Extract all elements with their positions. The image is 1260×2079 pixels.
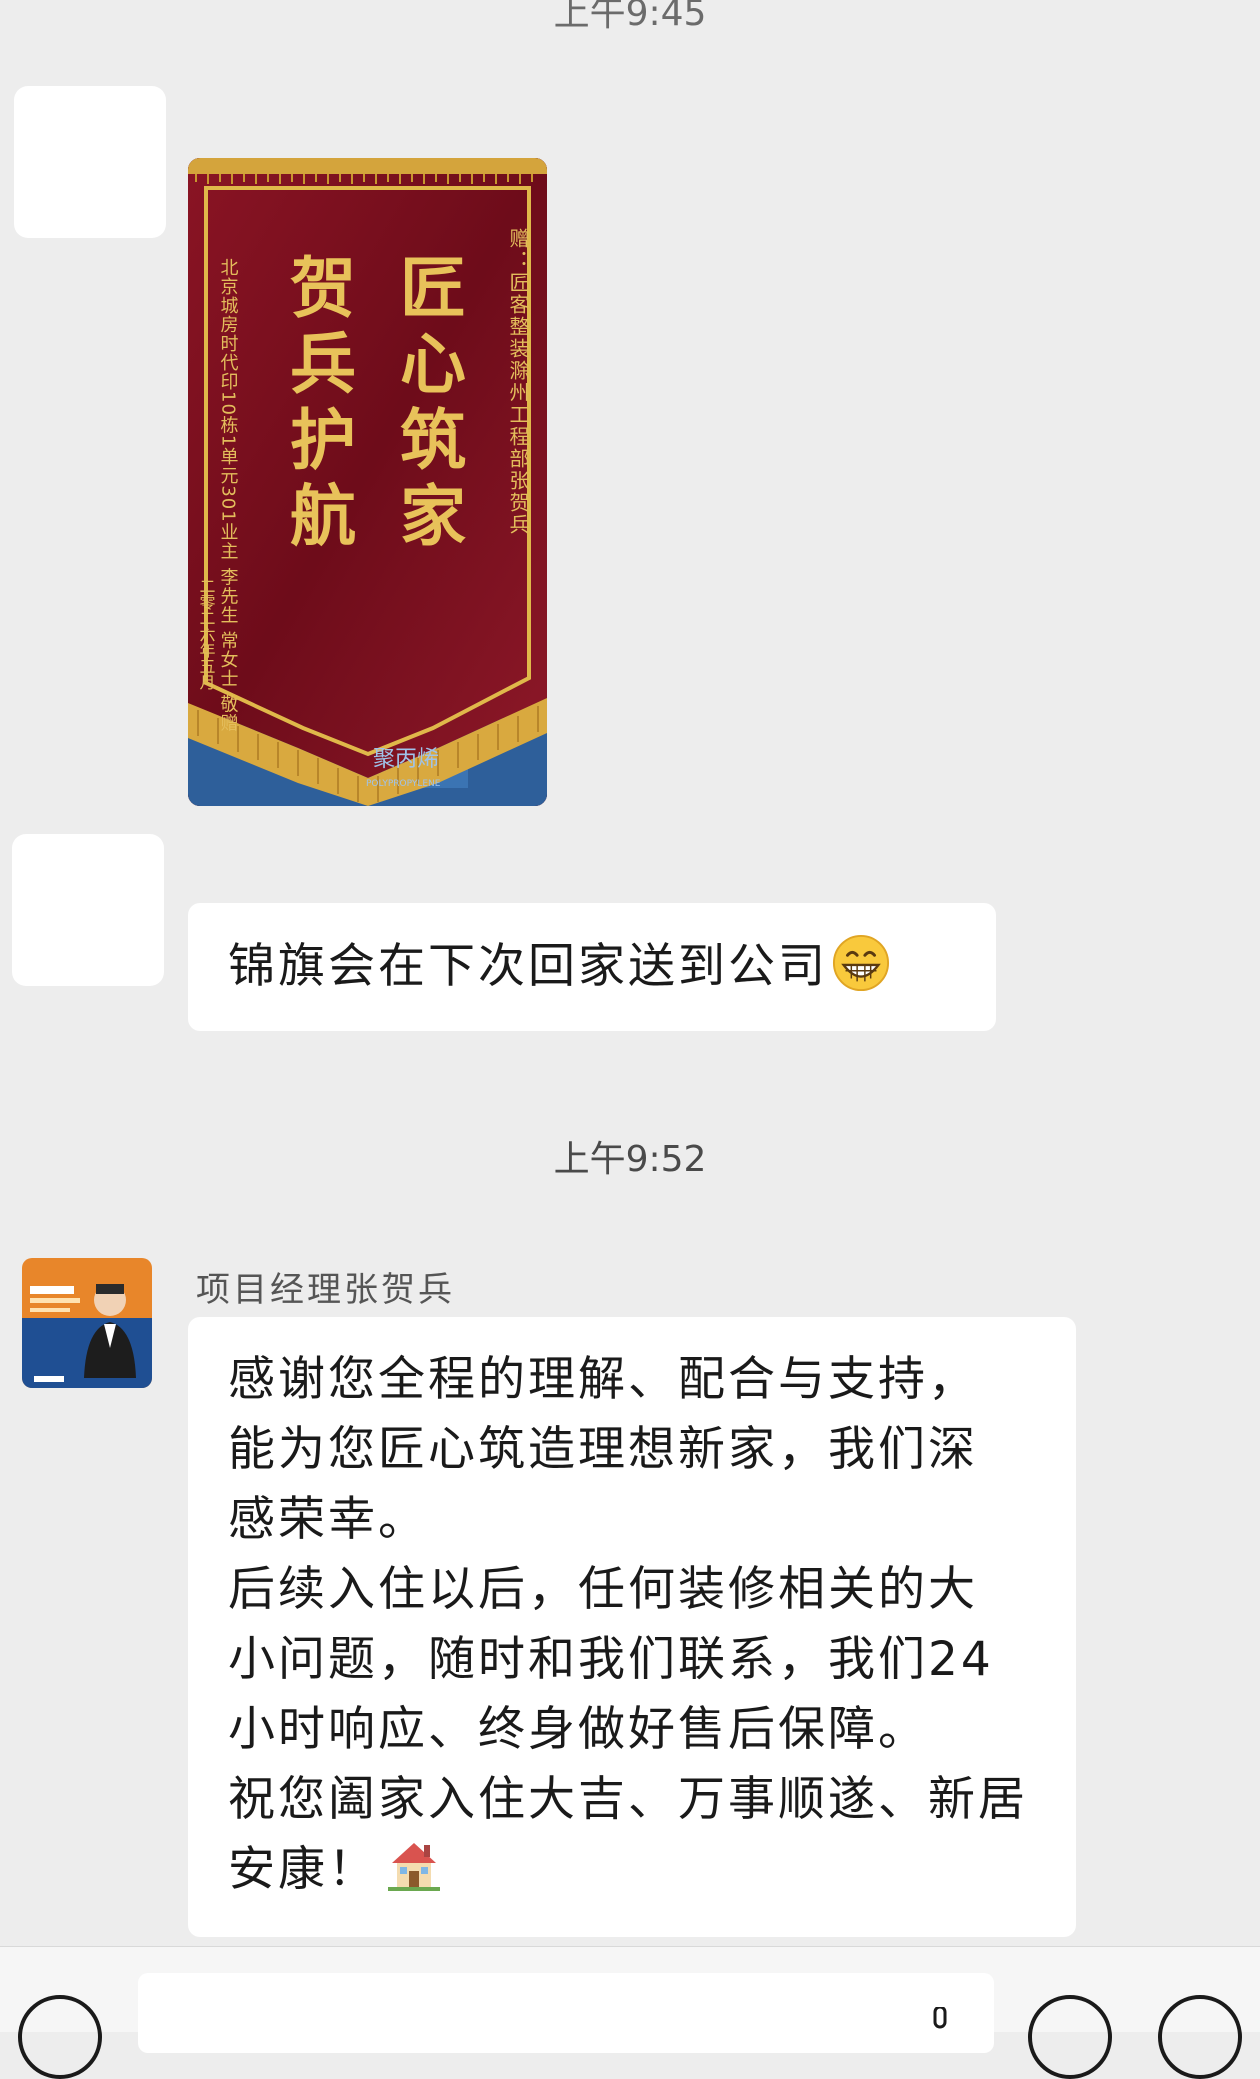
- wall-sub-text: POLYPROPYLENE: [366, 779, 441, 789]
- voice-toggle-icon[interactable]: [18, 1995, 102, 2079]
- plus-icon[interactable]: [1158, 1995, 1242, 2079]
- mic-icon[interactable]: [930, 2007, 950, 2037]
- message-input[interactable]: [138, 1973, 994, 2053]
- date-text: 二零二六年五月: [197, 578, 216, 691]
- emoji-icon[interactable]: [1028, 1995, 1112, 2079]
- timestamp-mid: 上午9:52: [553, 1139, 707, 1180]
- pennant-image: 赠：匠客整装滁州工程部张贺兵 匠心筑家 贺兵护航 北京城房时代印10栋1单元30…: [188, 158, 547, 806]
- message-line: 感谢您全程的理解、配合与支持，: [228, 1352, 978, 1407]
- gift-line-text: 赠：匠客整装滁州工程部张贺兵: [506, 228, 530, 536]
- message-line: 小问题，随时和我们联系，我们24: [228, 1632, 994, 1687]
- wall-label-text: 聚丙烯: [373, 747, 439, 772]
- banner-photo[interactable]: 赠：匠客整装滁州工程部张贺兵 匠心筑家 贺兵护航 北京城房时代印10栋1单元30…: [188, 158, 547, 806]
- grinning-face-icon: [832, 934, 890, 992]
- message-bubble[interactable]: 感谢您全程的理解、配合与支持， 能为您匠心筑造理想新家，我们深 感荣幸。 后续入…: [188, 1317, 1076, 1937]
- input-toolbar: [0, 1946, 1260, 2079]
- message-line: 能为您匠心筑造理想新家，我们深: [228, 1422, 978, 1477]
- message-line: 祝您阖家入住大吉、万事顺遂、新居: [228, 1772, 1028, 1827]
- avatar[interactable]: [12, 834, 164, 986]
- slogan-text-2: 贺兵护航: [279, 253, 357, 557]
- message-text: 锦旗会在下次回家送到公司: [228, 932, 890, 1002]
- message-line: 安康！: [228, 1835, 442, 1905]
- message-bubble[interactable]: 锦旗会在下次回家送到公司: [188, 903, 996, 1031]
- avatar[interactable]: [14, 86, 166, 238]
- sender-avatar[interactable]: [22, 1258, 152, 1388]
- donor-text: 北京城房时代印10栋1单元301业主 李先生 常女士 敬赠: [218, 258, 239, 733]
- message-line: 后续入住以后，任何装修相关的大: [228, 1562, 978, 1617]
- message-line: 小时响应、终身做好售后保障。: [228, 1702, 928, 1757]
- timestamp-top: 上午9:45: [553, 0, 707, 34]
- slogan-text-1: 匠心筑家: [389, 253, 467, 557]
- message-line: 感荣幸。: [228, 1492, 428, 1547]
- house-icon: [386, 1837, 442, 1893]
- sender-name: 项目经理张贺兵: [196, 1270, 455, 1310]
